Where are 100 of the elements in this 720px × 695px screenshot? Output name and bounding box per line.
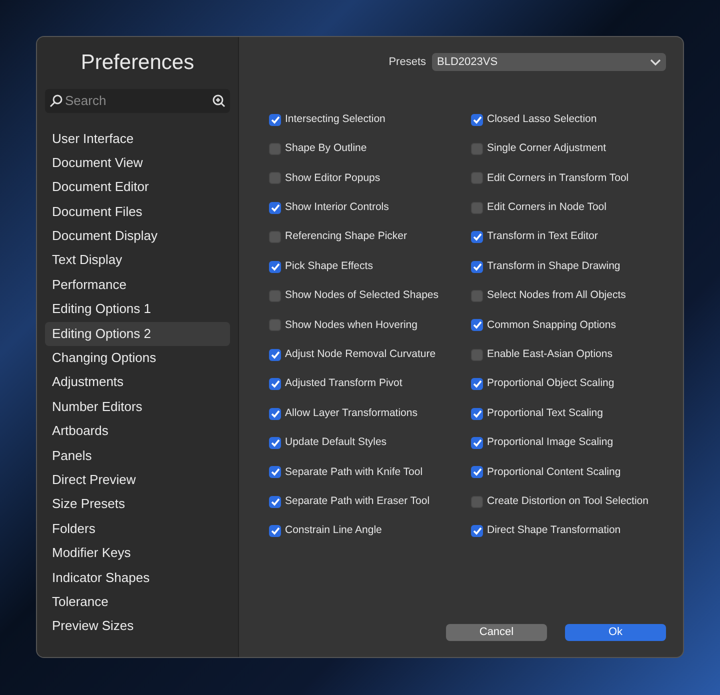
chevron-icon — [650, 58, 661, 66]
sidebar-item[interactable]: Modifier Keys — [45, 541, 230, 566]
sidebar-item[interactable]: Editing Options 1 — [45, 297, 230, 322]
sidebar-item[interactable]: Text Display — [45, 248, 230, 273]
option-label: Adjust Node Removal Curvature — [285, 346, 436, 362]
sidebar-item[interactable]: User Interface — [45, 126, 230, 151]
checkmark-icon — [270, 380, 280, 388]
checkmark-icon — [270, 204, 280, 212]
option-label: Common Snapping Options — [487, 318, 616, 333]
sidebar-item[interactable]: Size Presets — [45, 492, 230, 517]
checkbox[interactable] — [269, 114, 281, 126]
checkmark-icon — [270, 527, 280, 536]
checkbox[interactable] — [269, 172, 281, 184]
sidebar-item[interactable]: Changing Options — [45, 346, 230, 370]
checkmark-icon — [472, 233, 482, 242]
option-label: Shape By Outline — [285, 141, 367, 156]
checkbox[interactable] — [269, 260, 281, 273]
option-label: Update Default Styles — [285, 435, 387, 450]
checkbox[interactable] — [471, 114, 483, 126]
sidebar-item[interactable]: Document Display — [45, 224, 230, 248]
sidebar-item[interactable]: Preview Sizes — [45, 614, 230, 639]
presets-label: Presets — [388, 54, 426, 70]
option-label: Intersecting Selection — [285, 112, 386, 127]
checkbox[interactable] — [471, 496, 483, 508]
checkbox[interactable] — [471, 466, 483, 478]
checkbox[interactable] — [471, 525, 483, 538]
cancel-button[interactable]: Cancel — [446, 624, 547, 641]
checkmark-icon — [270, 498, 280, 506]
checkbox[interactable] — [471, 408, 483, 420]
sidebar-item[interactable]: Folders — [45, 516, 230, 542]
checkmark-icon — [472, 438, 482, 447]
checkbox[interactable] — [269, 378, 281, 390]
checkbox[interactable] — [269, 466, 281, 478]
checkbox[interactable] — [471, 172, 483, 184]
option-label: Show Nodes of Selected Shapes — [285, 288, 439, 304]
checkmark-icon — [472, 262, 482, 271]
sidebar-item[interactable]: Editing Options 2 — [45, 322, 230, 346]
checkmark-icon — [270, 262, 280, 271]
option-label: Transform in Shape Drawing — [487, 258, 620, 274]
option-label: Proportional Text Scaling — [487, 406, 603, 421]
window-title: Preferences — [80, 50, 196, 76]
option-label: Edit Corners in Node Tool — [487, 200, 606, 215]
checkmark-icon — [270, 468, 280, 476]
checkbox[interactable] — [269, 496, 281, 508]
checkbox[interactable] — [471, 231, 483, 244]
option-label: Single Corner Adjustment — [487, 141, 606, 156]
checkbox[interactable] — [269, 348, 281, 361]
option-label: Show Editor Popups — [285, 170, 380, 186]
checkbox[interactable] — [471, 260, 483, 273]
option-label: Closed Lasso Selection — [487, 112, 597, 127]
sidebar-item[interactable]: Tolerance — [45, 590, 230, 614]
checkbox[interactable] — [471, 290, 483, 302]
sidebar-item[interactable]: Adjustments — [45, 370, 230, 395]
option-label: Show Interior Controls — [285, 200, 389, 215]
option-label: Pick Shape Effects — [285, 258, 373, 274]
sidebar-item[interactable]: Document View — [45, 150, 230, 176]
option-label: Adjusted Transform Pivot — [285, 376, 402, 392]
checkbox[interactable] — [269, 408, 281, 420]
presets-dropdown[interactable]: BLD2023VS — [432, 53, 666, 71]
checkmark-icon — [472, 410, 482, 418]
option-label: Create Distortion on Tool Selection — [487, 494, 648, 509]
checkbox[interactable] — [269, 202, 281, 214]
option-label: Constrain Line Angle — [285, 523, 382, 538]
option-label: Proportional Object Scaling — [487, 376, 614, 392]
search-icon — [49, 94, 63, 108]
checkbox[interactable] — [269, 436, 281, 449]
sidebar-item[interactable]: Panels — [45, 444, 230, 468]
sidebar-item[interactable]: Number Editors — [45, 394, 230, 420]
checkbox[interactable] — [471, 378, 483, 390]
ok-button[interactable]: Ok — [565, 624, 666, 641]
search-field[interactable]: Search — [45, 88, 230, 112]
checkbox[interactable] — [269, 143, 281, 156]
zoom-icon[interactable] — [212, 94, 226, 108]
sidebar-item[interactable]: Direct Preview — [45, 468, 230, 492]
option-label: Proportional Content Scaling — [487, 464, 621, 480]
checkmark-icon — [472, 321, 482, 330]
checkbox[interactable] — [471, 436, 483, 449]
checkbox[interactable] — [471, 143, 483, 156]
checkbox[interactable] — [471, 319, 483, 332]
checkbox[interactable] — [269, 525, 281, 538]
sidebar-item[interactable]: Performance — [45, 272, 230, 298]
checkbox[interactable] — [269, 290, 281, 302]
option-label: Transform in Text Editor — [487, 229, 598, 244]
option-label: Direct Shape Transformation — [487, 523, 621, 538]
option-label: Referencing Shape Picker — [285, 229, 407, 244]
option-label: Select Nodes from All Objects — [487, 288, 626, 304]
checkmark-icon — [270, 350, 280, 359]
option-label: Enable East-Asian Options — [487, 346, 612, 362]
sidebar-item[interactable]: Document Editor — [45, 175, 230, 200]
sidebar-item[interactable]: Indicator Shapes — [45, 566, 230, 590]
checkbox[interactable] — [269, 319, 281, 332]
checkmark-icon — [270, 410, 280, 418]
checkbox[interactable] — [471, 348, 483, 361]
option-label: Allow Layer Transformations — [285, 406, 418, 421]
option-label: Edit Corners in Transform Tool — [487, 170, 629, 186]
sidebar-item[interactable]: Document Files — [45, 200, 230, 224]
checkbox[interactable] — [471, 202, 483, 214]
sidebar-item[interactable]: Artboards — [45, 419, 230, 444]
checkbox[interactable] — [269, 231, 281, 244]
option-label: Separate Path with Eraser Tool — [285, 494, 430, 509]
